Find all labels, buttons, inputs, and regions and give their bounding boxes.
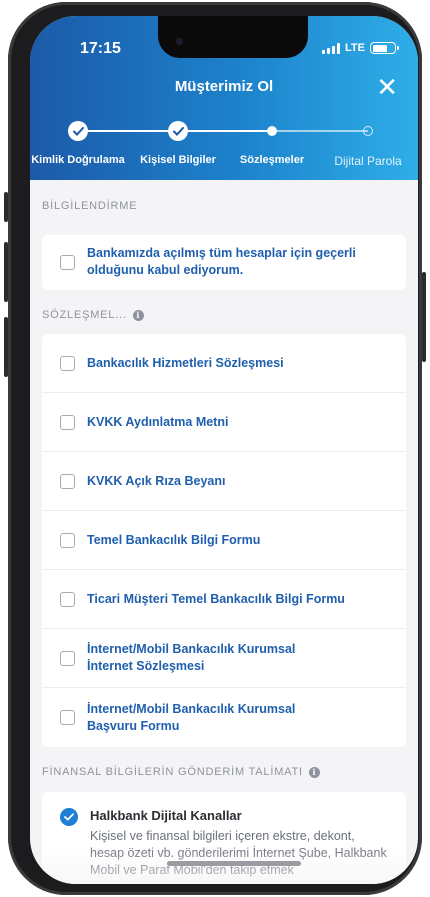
volume-up-button xyxy=(4,192,8,222)
contract-checkbox[interactable] xyxy=(60,650,75,666)
contract-row[interactable]: İnternet/Mobil Bankacılık Kurumsal Başvu… xyxy=(42,688,406,747)
contract-checkbox[interactable] xyxy=(60,591,75,607)
battery-icon xyxy=(370,42,399,54)
contract-label: KVKK Açık Rıza Beyanı xyxy=(87,473,226,488)
contract-label: Ticari Müşteri Temel Bankacılık Bilgi Fo… xyxy=(87,591,345,606)
delivery-option-title: Halkbank Dijital Kanallar xyxy=(90,808,242,823)
consent-text: Bankamızda açılmış tüm hesaplar için geç… xyxy=(87,246,356,277)
camera-icon xyxy=(176,38,183,45)
volume-up-button xyxy=(4,242,8,302)
notch xyxy=(158,16,308,58)
section-title-finansal: FİNANSAL BİLGİLERİN GÖNDERİM TALİMATI i xyxy=(42,766,406,778)
phone-frame: 17:15 LTE Müşterimiz Ol ✕ Kimlik Doğrula… xyxy=(4,2,426,895)
info-icon[interactable]: i xyxy=(132,309,144,321)
contract-row[interactable]: KVKK Açık Rıza Beyanı xyxy=(42,452,406,511)
home-indicator[interactable] xyxy=(167,861,301,866)
section-title-text: SÖZLEŞMEL... xyxy=(42,309,127,321)
app-screen: 17:15 LTE Müşterimiz Ol ✕ Kimlik Doğrula… xyxy=(30,16,418,884)
contract-row[interactable]: İnternet/Mobil Bankacılık Kurumsal İnter… xyxy=(42,629,406,688)
contract-row[interactable]: Bankacılık Hizmetleri Sözleşmesi xyxy=(42,334,406,393)
bilgilendirme-card: Bankamızda açılmış tüm hesaplar için geç… xyxy=(42,235,406,290)
contract-label: Temel Bankacılık Bilgi Formu xyxy=(87,532,261,547)
section-title-bilgilendirme: BİLGİLENDİRME xyxy=(42,200,138,212)
step-label-kisisel: Kişisel Bilgiler xyxy=(140,154,216,166)
step-current-dot xyxy=(267,126,277,136)
contract-label: Bankacılık Hizmetleri Sözleşmesi xyxy=(87,355,284,370)
contract-label: İnternet/Mobil Bankacılık Kurumsal İnter… xyxy=(87,642,296,673)
section-title-text: FİNANSAL BİLGİLERİN GÖNDERİM TALİMATI xyxy=(42,766,303,778)
contract-row[interactable]: KVKK Aydınlatma Metni xyxy=(42,393,406,452)
progress-stepper: Kimlik Doğrulama Kişisel Bilgiler Sözleş… xyxy=(30,116,418,176)
step-label-dijital-parola: Dijital Parola xyxy=(334,154,402,168)
step-done-icon xyxy=(168,121,188,141)
contract-checkbox[interactable] xyxy=(60,414,75,430)
step-pending-dot xyxy=(363,126,373,136)
checkmark-circle-icon[interactable] xyxy=(60,808,78,826)
contract-label: İnternet/Mobil Bankacılık Kurumsal Başvu… xyxy=(87,701,296,733)
contract-checkbox[interactable] xyxy=(60,473,75,489)
status-indicators: LTE xyxy=(322,42,399,54)
power-button xyxy=(422,272,426,362)
app-header: 17:15 LTE Müşterimiz Ol ✕ Kimlik Doğrula… xyxy=(30,16,418,180)
step-label-kimlik: Kimlik Doğrulama xyxy=(31,154,125,166)
status-time: 17:15 xyxy=(80,40,121,57)
network-type: LTE xyxy=(345,42,365,54)
contract-label: KVKK Aydınlatma Metni xyxy=(87,414,229,429)
step-label-sozlesmeler: Sözleşmeler xyxy=(239,154,305,166)
contract-checkbox[interactable] xyxy=(60,355,75,371)
contract-row[interactable]: Ticari Müşteri Temel Bankacılık Bilgi Fo… xyxy=(42,570,406,629)
signal-icon xyxy=(322,42,341,54)
consent-row[interactable]: Bankamızda açılmış tüm hesaplar için geç… xyxy=(42,235,406,290)
stepper-line xyxy=(268,130,368,132)
step-done-icon xyxy=(68,121,88,141)
form-content: BİLGİLENDİRME Bankamızda açılmış tüm hes… xyxy=(30,180,418,884)
contract-row[interactable]: Temel Bankacılık Bilgi Formu xyxy=(42,511,406,570)
page-title: Müşterimiz Ol xyxy=(174,78,274,95)
section-title-sozlesmeler: SÖZLEŞMEL... i xyxy=(42,309,406,321)
consent-checkbox[interactable] xyxy=(60,254,75,270)
contracts-card: Bankacılık Hizmetleri Sözleşmesi KVKK Ay… xyxy=(42,334,406,747)
info-icon[interactable]: i xyxy=(308,766,320,778)
contract-checkbox[interactable] xyxy=(60,710,75,725)
volume-down-button xyxy=(4,317,8,377)
contract-checkbox[interactable] xyxy=(60,532,75,548)
close-icon[interactable]: ✕ xyxy=(376,74,398,100)
